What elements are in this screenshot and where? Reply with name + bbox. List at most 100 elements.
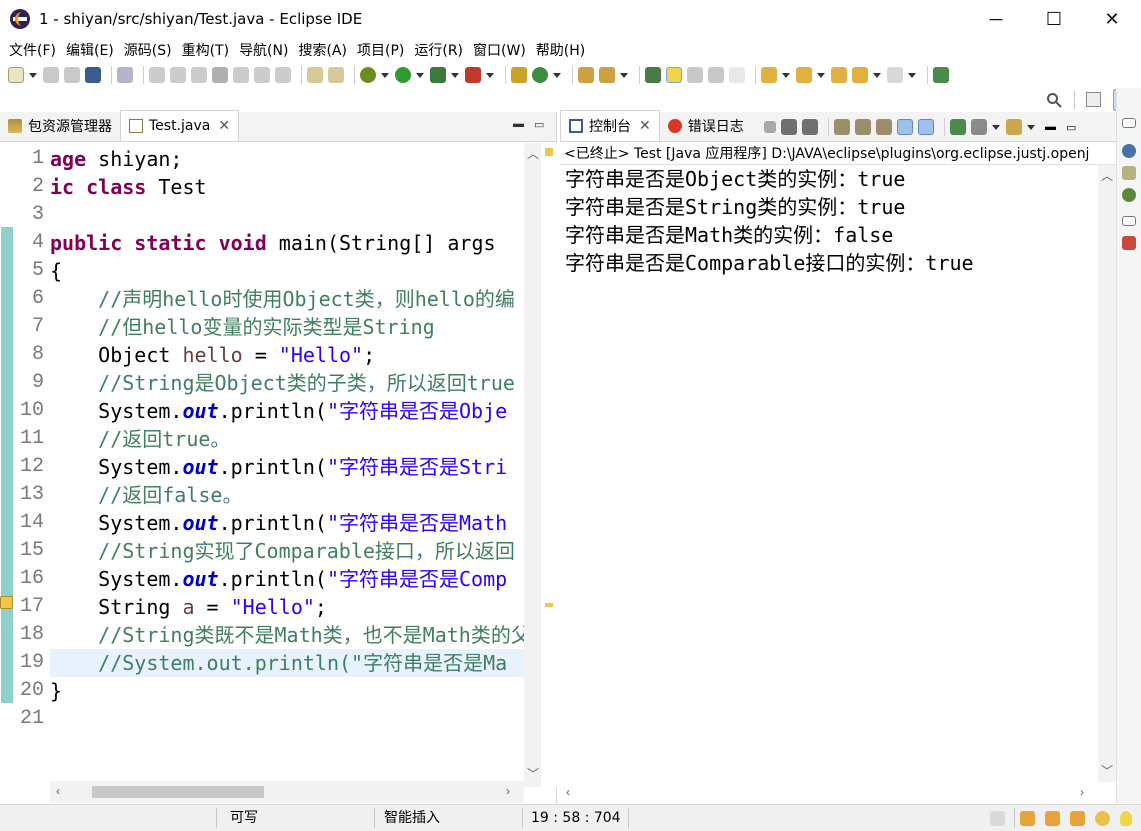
menu-edit[interactable]: 编辑(E): [61, 40, 119, 60]
menu-window[interactable]: 窗口(W): [468, 40, 531, 60]
step-return-icon[interactable]: [275, 67, 291, 83]
code-line[interactable]: }: [50, 677, 62, 705]
code-line[interactable]: System.out.println("字符串是否是Comp: [50, 565, 507, 593]
next-annotation-dropdown-icon[interactable]: [782, 72, 790, 78]
show-on-stderr-icon[interactable]: [918, 119, 934, 135]
search-icon[interactable]: [1046, 92, 1062, 108]
code-line[interactable]: //String是Object类的子类，所以返回true: [50, 369, 515, 397]
scroll-left-arrow-icon[interactable]: ‹: [566, 785, 570, 799]
remove-all-terminated-icon[interactable]: [802, 119, 818, 135]
console-horizontal-scrollbar[interactable]: ‹ ›: [560, 782, 1098, 804]
current-code-line[interactable]: //System.out.println("字符串是否是Ma: [50, 649, 524, 677]
last-edit-location-icon[interactable]: [831, 67, 847, 83]
step-into-icon[interactable]: [233, 67, 249, 83]
open-perspective-icon[interactable]: [1086, 92, 1101, 107]
console-output[interactable]: 字符串是否是Object类的实例：true 字符串是否是String类的实例：tr…: [560, 165, 1098, 782]
open-console-dropdown-icon[interactable]: [1027, 124, 1035, 130]
coverage-icon[interactable]: [430, 67, 446, 83]
new-java-package-icon[interactable]: [511, 67, 527, 83]
scroll-up-arrow-icon[interactable]: ︿: [1101, 167, 1113, 184]
editor-horizontal-scrollbar[interactable]: ‹ ›: [50, 781, 524, 803]
pin-editor-icon[interactable]: [933, 67, 949, 83]
next-annotation-icon[interactable]: [761, 67, 777, 83]
previous-annotation-icon[interactable]: [796, 67, 812, 83]
code-line[interactable]: public static void main(String[] args: [50, 229, 496, 257]
warning-marker-icon[interactable]: [0, 596, 13, 609]
maximize-view-icon[interactable]: ▭: [1066, 121, 1076, 134]
scroll-down-arrow-icon[interactable]: ﹀: [1101, 762, 1113, 779]
new-java-class-icon[interactable]: [532, 67, 548, 83]
use-step-filters-icon[interactable]: [307, 67, 323, 83]
open-task-icon[interactable]: [328, 67, 344, 83]
maximize-view-icon[interactable]: ▭: [534, 118, 544, 131]
show-on-stdout-icon[interactable]: [897, 119, 913, 135]
search-dropdown-icon[interactable]: [620, 72, 628, 78]
scroll-left-arrow-icon[interactable]: ‹: [56, 784, 60, 798]
code-line[interactable]: //声明hello时使用Object类，则hello的编: [50, 285, 515, 313]
declaration-icon[interactable]: [1122, 166, 1136, 180]
code-line[interactable]: //返回false。: [50, 481, 242, 509]
external-tools-icon[interactable]: [465, 67, 481, 83]
tutorial-icon[interactable]: [1045, 811, 1060, 826]
restore-icon[interactable]: [1122, 118, 1136, 128]
code-line[interactable]: ic class Test: [50, 173, 207, 201]
menu-project[interactable]: 项目(P): [352, 40, 409, 60]
previous-annotation-dropdown-icon[interactable]: [817, 72, 825, 78]
new-class-dropdown-icon[interactable]: [553, 72, 561, 78]
search-tool-icon[interactable]: [599, 67, 615, 83]
tab-package-explorer[interactable]: 包资源管理器: [0, 111, 120, 141]
horizontal-scroll-thumb[interactable]: [92, 786, 264, 798]
mark-occurrences-icon[interactable]: [645, 67, 661, 83]
settings-icon[interactable]: [1095, 811, 1110, 826]
maximize-button[interactable]: ☐: [1025, 0, 1083, 38]
lightbulb-icon[interactable]: [1120, 811, 1132, 826]
editor-vertical-scrollbar[interactable]: ︿ ﹀: [524, 143, 541, 787]
suspend-icon[interactable]: [170, 67, 186, 83]
menu-source[interactable]: 源码(S): [119, 40, 177, 60]
terminate-icon[interactable]: [191, 67, 207, 83]
console-vertical-scrollbar[interactable]: ︿ ﹀: [1098, 165, 1116, 782]
coverage-dropdown-icon[interactable]: [451, 72, 459, 78]
debug-view-icon[interactable]: [1122, 188, 1136, 202]
block-selection-icon[interactable]: [687, 67, 703, 83]
minimize-view-icon[interactable]: ▬: [1045, 121, 1056, 133]
scroll-lock-icon[interactable]: [855, 119, 871, 135]
pin-console-icon[interactable]: [950, 119, 966, 135]
code-line[interactable]: Object hello = "Hello";: [50, 341, 375, 369]
toggle-highlight-icon[interactable]: [666, 67, 682, 83]
new-icon[interactable]: [8, 67, 24, 83]
problems-view-icon[interactable]: [1122, 236, 1136, 250]
external-tools-dropdown-icon[interactable]: [486, 72, 494, 78]
close-icon[interactable]: ✕: [639, 118, 651, 134]
code-area[interactable]: age shiyan; ic class Test public static vo…: [50, 143, 524, 787]
code-line[interactable]: //返回true。: [50, 425, 230, 453]
open-console-icon[interactable]: [1006, 119, 1022, 135]
code-line[interactable]: System.out.println("字符串是否是Math: [50, 509, 507, 537]
overview-warning-mark[interactable]: [545, 148, 553, 156]
close-window-button[interactable]: ✕: [1083, 0, 1141, 38]
code-line[interactable]: {: [50, 257, 62, 285]
run-dropdown-icon[interactable]: [416, 72, 424, 78]
open-type-icon[interactable]: [578, 67, 594, 83]
tips-icon[interactable]: [990, 811, 1005, 826]
back-dropdown-icon[interactable]: [873, 72, 881, 78]
tab-console[interactable]: 控制台 ✕: [560, 110, 660, 141]
terminal-icon[interactable]: [85, 67, 101, 83]
menu-run[interactable]: 运行(R): [409, 40, 468, 60]
code-line[interactable]: age shiyan;: [50, 145, 182, 173]
skip-breakpoints-icon[interactable]: [117, 67, 133, 83]
code-line[interactable]: System.out.println("字符串是否是Obje: [50, 397, 507, 425]
minimize-view-icon[interactable]: ▬: [513, 118, 524, 130]
tab-error-log[interactable]: 错误日志: [660, 111, 752, 141]
show-whitespace-icon[interactable]: [729, 67, 745, 83]
remove-launch-icon[interactable]: [781, 119, 797, 135]
disconnect-icon[interactable]: [212, 67, 228, 83]
resume-icon[interactable]: [149, 67, 165, 83]
code-line[interactable]: //String实现了Comparable接口，所以返回: [50, 537, 515, 565]
run-icon[interactable]: [395, 67, 411, 83]
forward-icon[interactable]: [887, 67, 903, 83]
word-wrap-console-icon[interactable]: [876, 119, 892, 135]
display-console-dropdown-icon[interactable]: [992, 124, 1000, 130]
menu-help[interactable]: 帮助(H): [531, 40, 590, 60]
tab-test-java[interactable]: Test.java ✕: [120, 110, 240, 141]
